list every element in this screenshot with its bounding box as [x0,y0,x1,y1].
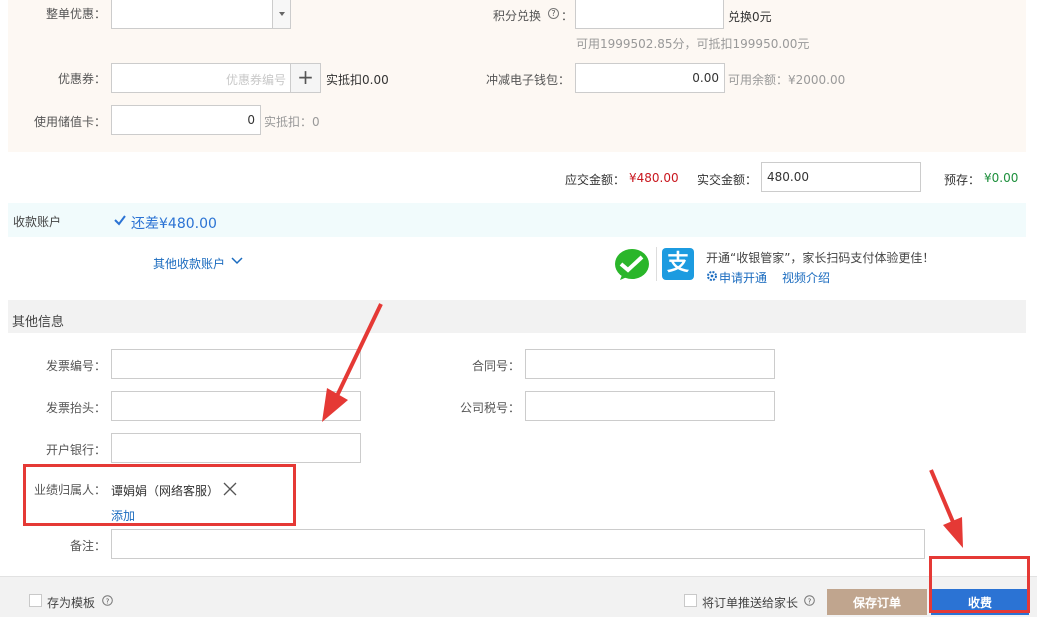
add-coupon-button[interactable]: + [290,64,320,92]
promo-text: 开通“收银管家”，家长扫码支付体验更佳！ [706,251,935,265]
highlight-box-collect [929,556,1030,613]
chevron-down-icon[interactable] [272,0,290,28]
svg-text:?: ? [106,598,110,606]
coupon-input[interactable]: 优惠券编号 [226,71,286,88]
account-title: 收款账户 [13,215,62,229]
highlight-box-owner [23,464,296,526]
paid-label: 实交金额： [697,173,758,187]
apply-link[interactable]: 申请开通 [719,269,767,286]
coupon-label: 优惠券： [57,72,106,86]
contract-number-input[interactable] [525,349,775,379]
chevron-down-icon[interactable] [230,256,244,266]
points-label: 积分兑换 [493,9,542,23]
remark-label: 备注： [69,539,106,553]
push-parent-label: 将订单推送给家长 [702,596,799,610]
svg-text:?: ? [808,598,812,606]
whole-order-discount-label: 整单优惠： [45,7,106,21]
arrow-to-collect [929,469,963,548]
wallet-balance-text: 可用余额：¥2000.00 [728,73,846,87]
contract-number-label: 合同号： [471,359,520,373]
invoice-number-label: 发票编号： [45,359,106,373]
due-label: 应交金额： [565,173,626,187]
coupon-deduct-text: 实抵扣0.00 [326,73,389,87]
other-info-title: 其他信息 [12,315,65,330]
bank-input[interactable] [111,433,361,463]
due-value: ¥480.00 [629,171,679,185]
tax-number-label: 公司税号： [459,401,520,415]
invoice-title-label: 发票抬头： [45,401,106,415]
stored-card-label: 使用储值卡： [33,115,106,129]
stored-card-input[interactable]: 0 [111,105,261,135]
points-available-text: 可用1999502.85分，可抵扣199950.00元 [576,37,810,51]
paid-amount-input[interactable]: 480.00 [761,162,921,192]
alipay-icon: 支 [662,248,694,280]
save-template-label: 存为模板 [47,596,96,610]
points-colon: ： [561,9,574,23]
points-input[interactable] [575,0,724,29]
coupon-field: 优惠券编号 + [111,63,321,93]
pay-divider [656,247,657,281]
video-intro-link[interactable]: 视频介绍 [782,269,830,286]
save-template-checkbox[interactable] [29,594,42,607]
deposit-value: ¥0.00 [984,171,1019,185]
help-icon[interactable]: ? [548,8,559,19]
wallet-label: 冲减电子钱包： [485,73,570,87]
gear-icon [707,271,717,281]
points-redeem-text: 兑换0元 [728,10,772,24]
help-icon[interactable]: ? [102,595,113,606]
stored-card-deduct-text: 实抵扣：0 [264,115,320,129]
check-icon [114,215,126,226]
invoice-title-input[interactable] [111,391,361,421]
push-parent-checkbox[interactable] [684,594,697,607]
bank-label: 开户银行： [45,443,106,457]
remark-input[interactable] [111,529,925,559]
tax-number-input[interactable] [525,391,775,421]
deposit-label: 预存： [944,173,981,187]
invoice-number-input[interactable] [111,349,361,379]
wallet-input[interactable]: 0.00 [575,63,725,93]
save-order-button[interactable]: 保存订单 [827,589,927,615]
other-accounts-toggle[interactable]: 其他收款账户 [153,255,225,272]
other-info-bar [8,300,1026,333]
help-icon[interactable]: ? [804,595,815,606]
wechat-pay-icon [614,247,650,281]
whole-order-discount-select[interactable] [111,0,291,29]
amount-owed-text: 还差¥480.00 [131,216,217,232]
